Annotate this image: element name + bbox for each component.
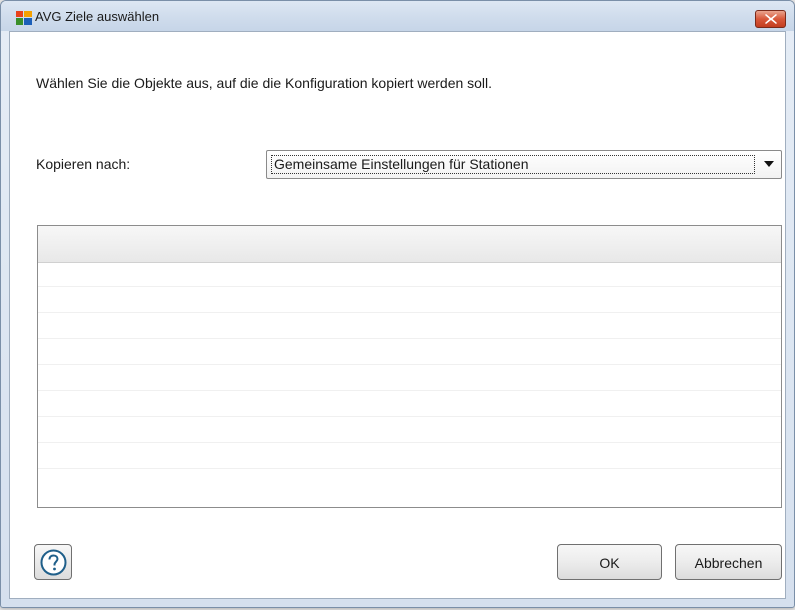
help-button[interactable]: [34, 544, 72, 580]
instruction-text: Wählen Sie die Objekte aus, auf die die …: [36, 75, 493, 91]
dialog-window: AVG Ziele auswählen Wählen Sie die Objek…: [0, 0, 795, 608]
window-title: AVG Ziele auswählen: [35, 9, 160, 24]
list-row-divider: [38, 364, 781, 365]
help-icon: [40, 549, 67, 576]
avg-logo-icon: [16, 11, 32, 25]
list-row-divider: [38, 390, 781, 391]
dialog-body: Wählen Sie die Objekte aus, auf die die …: [9, 31, 786, 599]
list-row-divider: [38, 468, 781, 469]
chevron-down-icon: [764, 161, 774, 167]
ok-button[interactable]: OK: [557, 544, 662, 580]
targets-list-header[interactable]: [38, 226, 781, 263]
copy-to-selected-value: Gemeinsame Einstellungen für Stationen: [271, 155, 755, 174]
copy-to-label: Kopieren nach:: [36, 156, 131, 172]
close-icon: [765, 14, 777, 24]
close-button[interactable]: [755, 10, 786, 28]
targets-list[interactable]: [37, 225, 782, 508]
list-row-divider: [38, 312, 781, 313]
list-row-divider: [38, 338, 781, 339]
cancel-button[interactable]: Abbrechen: [675, 544, 782, 580]
copy-to-dropdown[interactable]: Gemeinsame Einstellungen für Stationen: [266, 150, 782, 179]
list-row-divider: [38, 416, 781, 417]
list-row-divider: [38, 286, 781, 287]
title-bar[interactable]: AVG Ziele auswählen: [1, 1, 794, 31]
list-row-divider: [38, 442, 781, 443]
